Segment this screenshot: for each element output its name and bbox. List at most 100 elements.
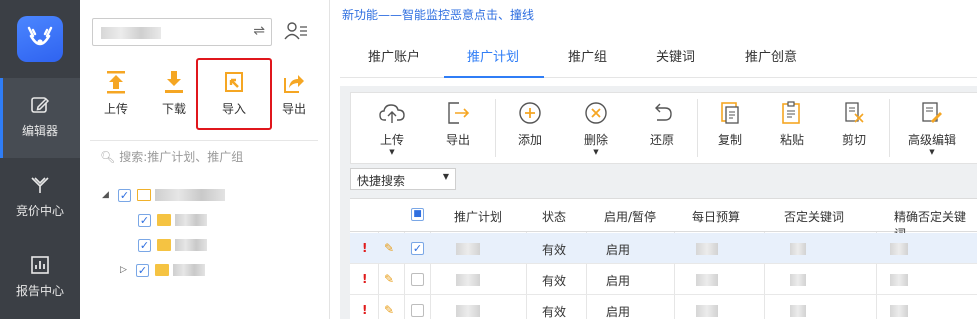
enabled-cell[interactable]: 启用 <box>606 241 630 258</box>
undo-icon <box>655 103 672 121</box>
action-toolbar: 上传 ▼ 导出 添加 删除 ▼ 还原 复制 粘贴 剪切 高级编辑 ▼ <box>350 92 977 164</box>
column-header[interactable]: 否定关键词 <box>784 208 844 225</box>
row-checkbox[interactable] <box>411 304 424 317</box>
nav-item-reports[interactable]: 报告中心 <box>0 238 80 318</box>
row-checkbox[interactable] <box>411 273 424 286</box>
quick-search-label: 快捷搜索 <box>357 174 406 188</box>
warning-icon: ! <box>362 241 368 255</box>
warning-icon: ! <box>362 303 368 317</box>
toolbar-separator <box>697 99 698 157</box>
export-button[interactable]: 导出 <box>264 68 324 128</box>
expand-caret-icon[interactable]: ▷ <box>120 265 130 275</box>
tree-search[interactable]: 🔍︎ 搜索:推广计划、推广组 <box>100 148 243 165</box>
dropdown-arrow-icon: ▼ <box>389 148 395 156</box>
plan-name-redacted <box>175 239 207 251</box>
tab-keyword[interactable]: 关键词 <box>656 46 695 65</box>
quick-search-select[interactable]: 快捷搜索 ▼ <box>350 168 456 190</box>
add-icon <box>519 102 541 124</box>
exact-negative-keywords-redacted <box>890 274 908 286</box>
tree-checkbox[interactable]: ✓ <box>136 263 149 277</box>
toolbar-advanced-edit-label: 高级编辑 <box>907 133 956 147</box>
app-logo <box>17 16 63 62</box>
dropdown-arrow-icon: ▼ <box>593 148 599 156</box>
download-button[interactable]: 下载 <box>144 68 204 128</box>
toolbar-delete-button[interactable]: 删除 ▼ <box>573 101 619 156</box>
column-header[interactable]: 启用/暂停 <box>604 208 656 225</box>
upload-icon <box>107 71 125 94</box>
plan-name-redacted <box>456 305 480 317</box>
select-all-checkbox[interactable]: ■ <box>411 208 424 221</box>
nav-item-bidding[interactable]: 竞价中心 <box>0 158 80 238</box>
toolbar-copy-label: 复制 <box>717 133 742 147</box>
tree-plan-row[interactable]: ✓ <box>138 211 207 229</box>
tab-plan[interactable]: 推广计划 <box>467 46 519 65</box>
enabled-cell[interactable]: 启用 <box>606 303 630 319</box>
folder-icon <box>157 214 171 226</box>
feature-notice-link[interactable]: 新功能——智能监控恶意点击、撞线 <box>342 6 534 23</box>
download-label: 下载 <box>161 102 186 116</box>
exact-negative-keywords-redacted <box>890 243 908 255</box>
column-header[interactable]: 状态 <box>542 208 566 225</box>
table-row[interactable]: ! ✎ ✓ 有效 启用 <box>350 233 977 264</box>
column-header[interactable]: 每日预算 <box>692 208 740 225</box>
toolbar-add-label: 添加 <box>517 133 542 147</box>
export-icon <box>448 102 470 124</box>
toolbar-add-button[interactable]: 添加 <box>507 101 553 148</box>
edit-pencil-icon[interactable]: ✎ <box>384 241 394 255</box>
plan-name-redacted <box>456 274 480 286</box>
toolbar-paste-button[interactable]: 粘贴 <box>769 101 815 148</box>
plan-table: ■ 推广计划 状态 启用/暂停 每日预算 否定关键词 精确否定关键词 ! ✎ ✓… <box>350 198 977 319</box>
active-indicator <box>0 78 3 158</box>
toolbar-upload-button[interactable]: 上传 ▼ <box>369 101 415 156</box>
import-highlight-box <box>196 58 272 130</box>
toolbar-export-label: 导出 <box>445 133 470 147</box>
account-selector[interactable]: ⇌ <box>92 18 272 46</box>
collapse-caret-icon[interactable]: ◢ <box>102 190 112 200</box>
status-cell: 有效 <box>542 243 567 257</box>
plan-name-redacted <box>175 214 207 226</box>
tab-bar: 推广账户 推广计划 推广组 关键词 推广创意 <box>340 36 977 78</box>
budget-redacted <box>696 274 718 286</box>
upload-button[interactable]: 上传 <box>86 68 146 128</box>
toolbar-copy-button[interactable]: 复制 <box>707 101 753 148</box>
tree-checkbox[interactable]: ✓ <box>138 238 151 252</box>
exact-negative-keywords-redacted <box>890 305 908 317</box>
toolbar-advanced-edit-button[interactable]: 高级编辑 ▼ <box>899 101 965 156</box>
toolbar-cut-label: 剪切 <box>841 133 866 147</box>
tree-checkbox[interactable]: ✓ <box>138 213 151 227</box>
tree-account-row[interactable]: ◢ ✓ <box>102 186 225 204</box>
column-header[interactable]: 推广计划 <box>454 208 502 225</box>
edit-pencil-icon[interactable]: ✎ <box>384 272 394 286</box>
account-name-redacted <box>155 189 225 201</box>
edit-pencil-icon[interactable]: ✎ <box>384 303 394 317</box>
status-cell: 有效 <box>542 305 567 319</box>
tab-creative[interactable]: 推广创意 <box>745 46 797 65</box>
nav-item-label: 编辑器 <box>21 124 58 138</box>
toolbar-export-button[interactable]: 导出 <box>435 101 481 148</box>
dropdown-arrow-icon: ▼ <box>442 172 449 181</box>
negative-keywords-redacted <box>790 305 806 317</box>
account-panel: ⇌ 上传 下载 导入 导出 🔍︎ 搜索:推广计划、推广组 ◢ ✓ ✓ ✓ ▷ ✓ <box>80 0 330 319</box>
toolbar-restore-button[interactable]: 还原 <box>639 101 685 148</box>
active-tab-underline <box>444 76 544 78</box>
tree-plan-row[interactable]: ✓ <box>138 236 207 254</box>
tree-plan-row[interactable]: ▷ ✓ <box>120 261 205 279</box>
user-list-icon[interactable] <box>284 20 308 42</box>
left-nav: 编辑器 竞价中心 报告中心 <box>0 0 80 319</box>
cloud-upload-icon <box>379 104 405 123</box>
table-row[interactable]: ! ✎ 有效 启用 <box>350 295 977 319</box>
budget-redacted <box>696 305 718 317</box>
enabled-cell[interactable]: 启用 <box>606 272 630 289</box>
tab-account[interactable]: 推广账户 <box>368 46 420 65</box>
toolbar-cut-button[interactable]: 剪切 <box>831 101 877 148</box>
nav-item-label: 报告中心 <box>15 284 64 298</box>
panel-divider <box>90 140 318 141</box>
cut-icon <box>845 102 864 123</box>
tree-checkbox[interactable]: ✓ <box>118 188 131 202</box>
swap-icon[interactable]: ⇌ <box>253 23 265 39</box>
nav-item-editor[interactable]: 编辑器 <box>0 78 80 158</box>
tab-group[interactable]: 推广组 <box>568 46 607 65</box>
table-row[interactable]: ! ✎ 有效 启用 <box>350 264 977 295</box>
row-checkbox[interactable]: ✓ <box>411 242 424 255</box>
budget-redacted <box>696 243 718 255</box>
